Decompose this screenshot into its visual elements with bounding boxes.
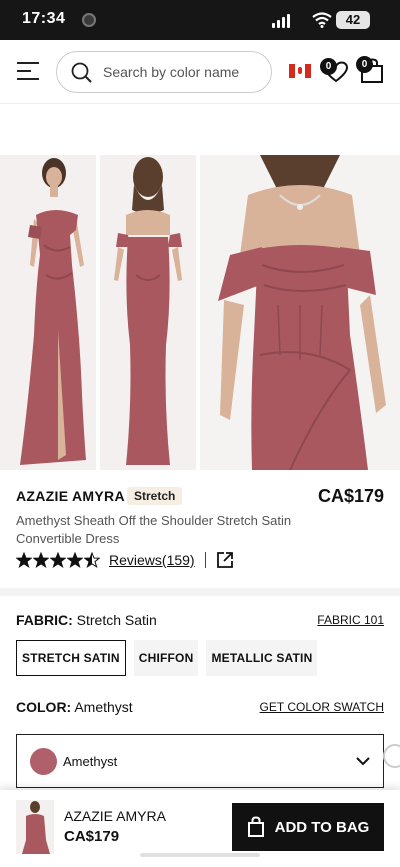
bag-icon — [247, 816, 264, 837]
canada-flag-icon[interactable] — [289, 64, 311, 78]
signal-icon — [272, 14, 290, 28]
star-icon — [67, 552, 83, 568]
add-to-bag-button[interactable]: ADD TO BAG — [232, 803, 384, 851]
fabric-101-link[interactable]: FABRIC 101 — [317, 613, 384, 627]
product-brand: AZAZIE AMYRA — [16, 488, 125, 504]
stretch-badge: Stretch — [127, 487, 183, 505]
bottom-bar-brand: AZAZIE AMYRA — [64, 808, 166, 824]
star-rating — [16, 552, 100, 568]
product-photo-closeup[interactable] — [200, 155, 400, 470]
wifi-icon — [312, 12, 332, 28]
section-divider — [0, 588, 400, 596]
color-dropdown[interactable]: Amethyst — [16, 734, 384, 788]
get-color-swatch-link[interactable]: GET COLOR SWATCH — [260, 700, 384, 714]
menu-icon[interactable] — [17, 62, 39, 80]
add-to-bag-label: ADD TO BAG — [274, 818, 370, 836]
status-time: 17:34 — [22, 10, 66, 27]
fabric-label-key: FABRIC: — [16, 612, 73, 628]
color-swatch — [30, 748, 57, 775]
share-icon[interactable] — [216, 551, 234, 569]
product-description: Amethyst Sheath Off the Shoulder Stretch… — [16, 513, 292, 546]
star-icon — [33, 552, 49, 568]
fabric-option-metallic-satin[interactable]: METALLIC SATIN — [206, 640, 318, 676]
color-dropdown-value: Amethyst — [63, 754, 118, 769]
reviews-link[interactable]: Reviews(159) — [109, 552, 195, 568]
product-thumbnail — [16, 800, 54, 854]
fabric-label: FABRIC: Stretch Satin — [16, 612, 157, 628]
battery-indicator: 42 — [336, 11, 370, 29]
star-icon — [84, 552, 100, 568]
chat-icon[interactable] — [383, 744, 400, 768]
bag-count-badge: 0 — [356, 56, 373, 73]
star-icon — [50, 552, 66, 568]
search-input[interactable]: Search by color name — [56, 51, 272, 93]
fabric-options: STRETCH SATIN CHIFFON METALLIC SATIN — [16, 640, 318, 676]
divider — [204, 552, 206, 568]
color-label-key: COLOR: — [16, 699, 72, 715]
product-photo-back[interactable] — [100, 155, 196, 470]
recording-indicator-icon — [82, 13, 96, 27]
product-image-gallery[interactable] — [0, 155, 400, 470]
fabric-option-chiffon[interactable]: CHIFFON — [133, 640, 199, 676]
bottom-bar-price: CA$179 — [64, 828, 120, 845]
search-icon — [71, 62, 92, 83]
color-value: Amethyst — [74, 699, 133, 715]
color-label: COLOR: Amethyst — [16, 699, 133, 715]
chevron-down-icon — [356, 757, 370, 766]
product-photo-front[interactable] — [0, 155, 96, 470]
fabric-value: Stretch Satin — [76, 612, 157, 628]
home-indicator — [140, 853, 260, 857]
wishlist-button[interactable]: 0 — [320, 58, 350, 84]
status-bar: 17:34 42 — [0, 0, 400, 40]
rating-row: Reviews(159) — [16, 551, 234, 569]
wishlist-count-badge: 0 — [320, 58, 337, 75]
product-price: CA$179 — [317, 486, 384, 506]
search-placeholder: Search by color name — [103, 64, 240, 80]
fabric-option-stretch-satin[interactable]: STRETCH SATIN — [16, 640, 126, 676]
bag-button[interactable]: 0 — [356, 56, 386, 84]
star-icon — [16, 552, 32, 568]
